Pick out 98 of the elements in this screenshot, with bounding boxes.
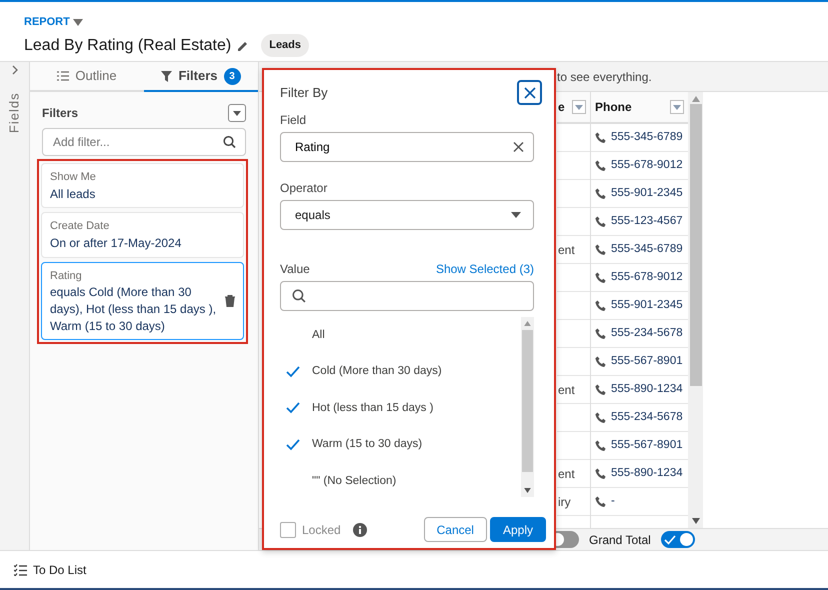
locked-label: Locked bbox=[302, 522, 341, 538]
table-cell-text: 555-567-8901 bbox=[611, 354, 683, 369]
phone-icon bbox=[595, 440, 607, 452]
caret-icon bbox=[233, 110, 241, 116]
filter-label: Rating bbox=[50, 268, 83, 284]
popover-title: Filter By bbox=[280, 84, 328, 102]
report-title: Lead By Rating (Real Estate) bbox=[24, 36, 232, 56]
caret-icon bbox=[511, 212, 521, 218]
table-cell-text: 555-678-9012 bbox=[611, 158, 683, 173]
column-header: e bbox=[558, 99, 565, 116]
table-cell-text: 555-901-2345 bbox=[611, 298, 683, 313]
trash-icon[interactable] bbox=[225, 295, 235, 308]
scrollbar[interactable] bbox=[688, 92, 703, 528]
cancel-button[interactable]: Cancel bbox=[424, 517, 487, 542]
value-label: Value bbox=[280, 261, 310, 278]
phone-icon bbox=[595, 132, 607, 144]
field-select[interactable]: Rating bbox=[280, 132, 534, 162]
table-cell-text: ent bbox=[558, 242, 575, 258]
scroll-down-icon[interactable] bbox=[692, 518, 700, 524]
show-selected-link[interactable]: Show Selected (3) bbox=[436, 260, 534, 278]
value-option[interactable]: Warm (15 to 30 days) bbox=[280, 426, 521, 464]
field-label: Field bbox=[280, 112, 308, 129]
caret-icon bbox=[575, 104, 583, 110]
phone-icon bbox=[595, 384, 607, 396]
search-icon bbox=[223, 136, 236, 148]
value-option[interactable]: Hot (less than 15 days ) bbox=[280, 390, 521, 427]
clear-icon[interactable] bbox=[513, 142, 524, 152]
dropdown-button[interactable] bbox=[228, 104, 246, 122]
notice-text: to see everything. bbox=[557, 68, 652, 86]
phone-icon bbox=[595, 468, 607, 480]
scroll-down-icon[interactable] bbox=[524, 488, 531, 493]
phone-icon bbox=[595, 216, 607, 228]
phone-icon bbox=[595, 496, 607, 508]
table-cell-text: 555-678-9012 bbox=[611, 270, 683, 285]
filter-value: All leads bbox=[50, 186, 96, 202]
filter-card[interactable]: Rating equals Cold (More than 30 days), Hot (less than 15 days ), Warm (15 to 30 days) bbox=[41, 262, 244, 340]
caret-icon[interactable] bbox=[72, 18, 83, 26]
column-menu-button[interactable] bbox=[572, 100, 586, 114]
phone-icon bbox=[595, 412, 607, 424]
locked-checkbox[interactable] bbox=[280, 522, 296, 538]
funnel-icon bbox=[161, 70, 172, 82]
filter-card[interactable]: Show Me All leads bbox=[41, 163, 244, 208]
scrollbar[interactable] bbox=[521, 317, 534, 497]
checklist-icon bbox=[14, 564, 27, 576]
table-cell-text: 555-890-1234 bbox=[611, 466, 683, 481]
todo-list-label[interactable]: To Do List bbox=[33, 560, 86, 578]
table-cell-text: iry bbox=[558, 494, 571, 510]
table-cell-text: - bbox=[611, 494, 615, 509]
value-search-field[interactable] bbox=[280, 281, 534, 311]
table-cell-text: 555-345-6789 bbox=[611, 130, 683, 145]
column-header: Phone bbox=[595, 99, 632, 116]
phone-icon bbox=[595, 300, 607, 312]
table-cell-text: ent bbox=[558, 466, 575, 482]
table-cell-text: 555-345-6789 bbox=[611, 242, 683, 257]
phone-icon bbox=[595, 188, 607, 200]
tab[interactable]: Outline bbox=[30, 62, 144, 92]
filters-heading: Filters bbox=[42, 105, 78, 122]
table-cell-text: 555-901-2345 bbox=[611, 186, 683, 201]
table-cell-text: 555-234-5678 bbox=[611, 410, 683, 425]
apply-button[interactable]: Apply bbox=[490, 517, 546, 542]
report-type-badge: Leads bbox=[261, 34, 310, 57]
info-icon[interactable] bbox=[352, 522, 367, 536]
object-type-label: REPORT bbox=[24, 15, 70, 30]
value-option[interactable]: "" (No Selection) bbox=[280, 463, 521, 500]
value-option[interactable]: Cold (More than 30 days) bbox=[280, 354, 521, 390]
checkmark-icon bbox=[664, 534, 676, 544]
table-cell-text: 555-234-5678 bbox=[611, 326, 683, 341]
add-filter-field[interactable]: Add filter... bbox=[42, 128, 246, 156]
operator-select[interactable]: equals bbox=[280, 200, 534, 230]
close-icon bbox=[524, 86, 536, 98]
filter-card[interactable]: Create Date On or after 17-May-2024 bbox=[41, 212, 244, 258]
fields-panel-label[interactable]: Fields bbox=[4, 92, 24, 134]
search-icon bbox=[292, 289, 306, 303]
operator-label: Operator bbox=[280, 180, 328, 197]
filter-value: On or after 17-May-2024 bbox=[50, 234, 182, 252]
pencil-icon[interactable] bbox=[237, 40, 250, 52]
tab[interactable]: Filters 3 bbox=[144, 62, 258, 92]
table-cell-text: ent bbox=[558, 382, 575, 398]
column-menu-button[interactable] bbox=[670, 100, 684, 114]
count-badge: 3 bbox=[224, 68, 240, 84]
close-button[interactable] bbox=[517, 80, 542, 105]
table-cell-text: 555-123-4567 bbox=[611, 214, 683, 229]
list-icon bbox=[57, 71, 70, 81]
table-cell-text: 555-567-8901 bbox=[611, 438, 683, 453]
phone-icon bbox=[595, 356, 607, 368]
expand-icon[interactable] bbox=[10, 65, 18, 75]
toggle-label: Grand Total bbox=[589, 532, 651, 548]
filter-label: Create Date bbox=[50, 219, 110, 234]
phone-icon bbox=[595, 244, 607, 256]
filter-value: equals Cold (More than 30 days), Hot (less than 15 days ), Warm (15 to 30 days) bbox=[50, 284, 218, 334]
phone-icon bbox=[595, 328, 607, 340]
phone-icon bbox=[595, 272, 607, 284]
caret-icon bbox=[673, 104, 681, 110]
table-cell-text: 555-890-1234 bbox=[611, 382, 683, 397]
value-option[interactable]: All bbox=[280, 317, 521, 354]
toggle-switch[interactable] bbox=[660, 531, 695, 548]
phone-icon bbox=[595, 160, 607, 172]
filter-label: Show Me bbox=[50, 170, 97, 185]
